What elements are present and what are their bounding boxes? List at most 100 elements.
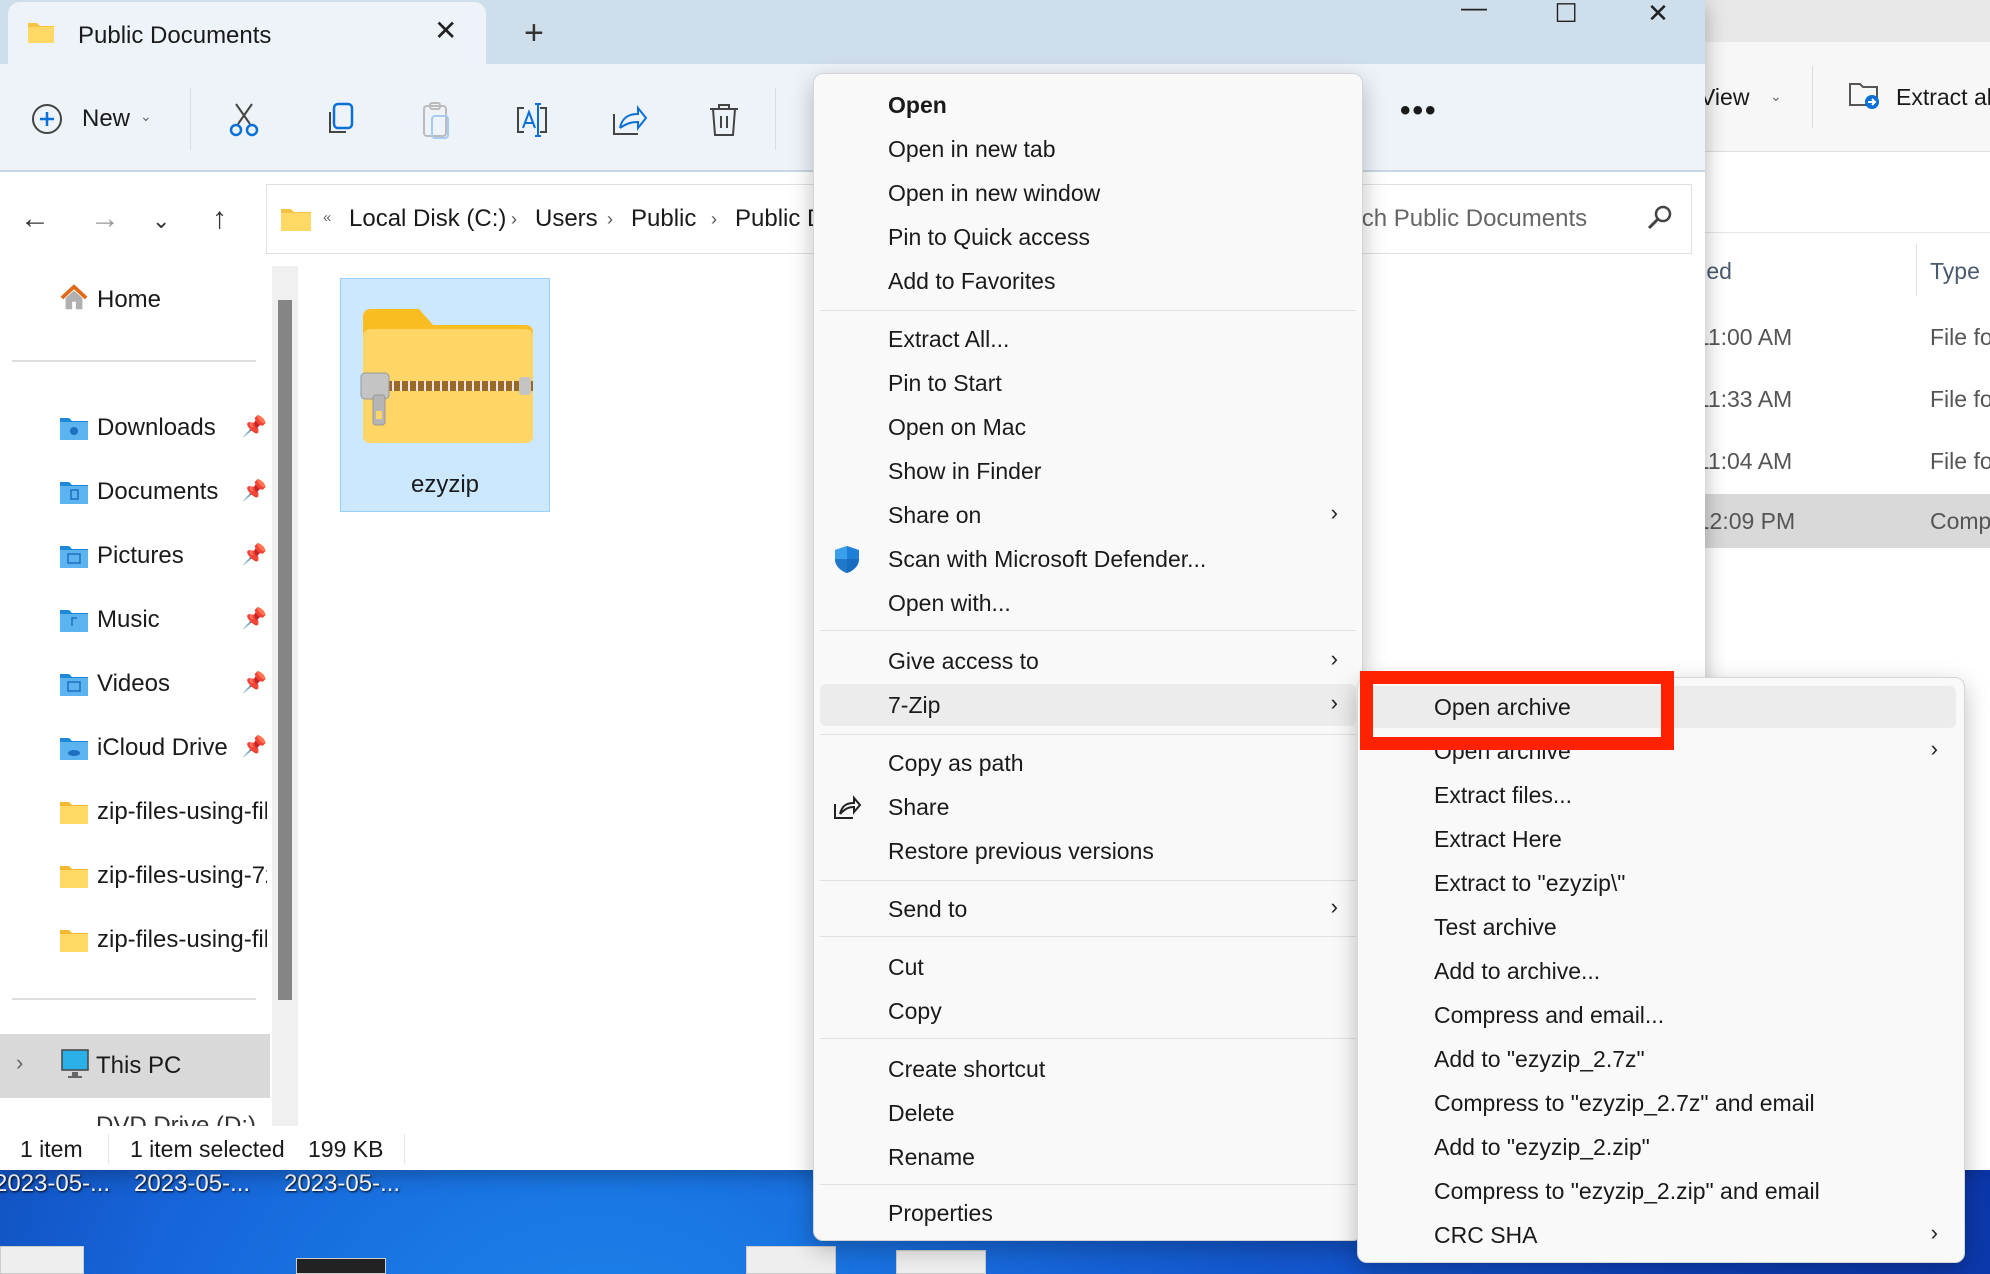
- close-window-button[interactable]: ✕: [1618, 0, 1698, 28]
- paste-icon[interactable]: [416, 100, 456, 140]
- menu-item-copy[interactable]: Copy: [820, 990, 1356, 1032]
- menu-item-pin-to-quick-access[interactable]: Pin to Quick access: [820, 216, 1356, 258]
- menu-item-cut[interactable]: Cut: [820, 946, 1356, 988]
- pin-icon[interactable]: 📌: [242, 414, 267, 439]
- sidebar-item-home[interactable]: Home: [60, 282, 270, 322]
- tab-public-documents[interactable]: Public Documents ✕: [8, 2, 486, 64]
- menu-item-7-zip[interactable]: 7-Zip ›: [820, 684, 1356, 726]
- submenu-item-add-to-7z[interactable]: Add to "ezyzip_2.7z": [1364, 1038, 1956, 1080]
- menu-item-copy-as-path[interactable]: Copy as path: [820, 742, 1356, 784]
- file-item-ezyzip[interactable]: ezyzip: [340, 278, 550, 512]
- cut-icon[interactable]: [224, 100, 264, 140]
- menu-item-add-to-favorites[interactable]: Add to Favorites: [820, 260, 1356, 302]
- sidebar-item-videos[interactable]: Videos 📌: [60, 666, 270, 706]
- menu-item-share[interactable]: Share: [820, 786, 1356, 828]
- menu-item-give-access-to[interactable]: Give access to ›: [820, 640, 1356, 682]
- breadcrumb-local-disk[interactable]: Local Disk (C:): [349, 205, 506, 233]
- menu-item-show-in-finder[interactable]: Show in Finder: [820, 450, 1356, 492]
- submenu-item-open-archive-more[interactable]: Open archive ›: [1364, 730, 1956, 772]
- back-button[interactable]: ←: [20, 202, 50, 236]
- menu-item-create-shortcut[interactable]: Create shortcut: [820, 1048, 1356, 1090]
- sidebar-item-folder[interactable]: zip-files-using-file-explorer: [60, 794, 270, 834]
- menu-item-pin-to-start[interactable]: Pin to Start: [820, 362, 1356, 404]
- pin-icon[interactable]: 📌: [242, 542, 267, 567]
- pin-icon[interactable]: 📌: [242, 606, 267, 631]
- menu-item-open-on-mac[interactable]: Open on Mac: [820, 406, 1356, 448]
- submenu-item-crc-sha[interactable]: CRC SHA ›: [1364, 1214, 1956, 1256]
- menu-item-extract-all[interactable]: Extract All...: [820, 318, 1356, 360]
- menu-item-label: Show in Finder: [888, 458, 1042, 484]
- sidebar-item-pictures[interactable]: Pictures 📌: [60, 538, 270, 578]
- breadcrumb-separator[interactable]: ›: [711, 209, 717, 230]
- desktop-thumbnail[interactable]: [0, 1246, 84, 1274]
- minimize-button[interactable]: —: [1434, 0, 1514, 22]
- menu-item-open-in-new-window[interactable]: Open in new window: [820, 172, 1356, 214]
- menu-item-send-to[interactable]: Send to ›: [820, 888, 1356, 930]
- delete-icon[interactable]: [704, 100, 744, 140]
- up-button[interactable]: ↑: [212, 202, 227, 236]
- desktop-thumbnail[interactable]: [296, 1258, 386, 1274]
- recent-locations-button[interactable]: ⌄: [152, 208, 170, 234]
- desktop-thumbnail[interactable]: [896, 1250, 986, 1274]
- sidebar-scrollbar[interactable]: [272, 266, 298, 1126]
- more-options-button[interactable]: •••: [1400, 94, 1438, 128]
- desktop-file-label[interactable]: 2023-05-...: [134, 1170, 250, 1198]
- sidebar-item-this-pc[interactable]: › This PC: [0, 1034, 270, 1098]
- sidebar-item-folder[interactable]: zip-files-using-file: [60, 922, 270, 962]
- submenu-item-compress-7z-email[interactable]: Compress to "ezyzip_2.7z" and email: [1364, 1082, 1956, 1124]
- view-menu-button[interactable]: View: [1700, 84, 1749, 111]
- pin-icon[interactable]: 📌: [242, 478, 267, 503]
- table-row[interactable]: 5/2023 11:04 AM File folder: [1620, 434, 1990, 488]
- forward-button[interactable]: →: [90, 202, 120, 236]
- pin-icon[interactable]: 📌: [242, 734, 267, 759]
- menu-item-scan-with-defender[interactable]: Scan with Microsoft Defender...: [820, 538, 1356, 580]
- submenu-item-add-to-archive[interactable]: Add to archive...: [1364, 950, 1956, 992]
- menu-item-open-with[interactable]: Open with...: [820, 582, 1356, 624]
- pin-icon[interactable]: 📌: [242, 670, 267, 695]
- breadcrumb-separator[interactable]: ›: [511, 209, 517, 230]
- sidebar-item-documents[interactable]: Documents 📌: [60, 474, 270, 514]
- menu-item-delete[interactable]: Delete: [820, 1092, 1356, 1134]
- scrollbar-thumb[interactable]: [278, 300, 292, 1000]
- submenu-item-extract-to-folder[interactable]: Extract to "ezyzip\": [1364, 862, 1956, 904]
- sidebar-item-downloads[interactable]: Downloads 📌: [60, 410, 270, 450]
- address-bar[interactable]: « Local Disk (C:) › Users › Public › Pub…: [266, 184, 928, 254]
- sidebar-item-folder[interactable]: zip-files-using-7zip: [60, 858, 270, 898]
- extract-all-button[interactable]: Extract all: [1896, 84, 1990, 111]
- desktop-thumbnail[interactable]: [746, 1246, 836, 1274]
- breadcrumb-users[interactable]: Users: [535, 205, 598, 233]
- table-row[interactable]: 5/2023 11:00 AM File folder: [1620, 310, 1990, 364]
- sidebar-item-dvd-drive[interactable]: DVD Drive (D:): [0, 1098, 270, 1126]
- sidebar-item-music[interactable]: Music 📌: [60, 602, 270, 642]
- copy-icon[interactable]: [320, 100, 360, 140]
- close-tab-icon[interactable]: ✕: [434, 14, 457, 47]
- maximize-button[interactable]: ☐: [1526, 0, 1606, 28]
- sidebar-item-icloud-drive[interactable]: iCloud Drive 📌: [60, 730, 270, 770]
- menu-item-rename[interactable]: Rename: [820, 1136, 1356, 1178]
- submenu-item-add-to-zip[interactable]: Add to "ezyzip_2.zip": [1364, 1126, 1956, 1168]
- desktop-file-label[interactable]: 2023-05-...: [284, 1170, 400, 1198]
- breadcrumb-public[interactable]: Public: [631, 205, 696, 233]
- menu-item-properties[interactable]: Properties: [820, 1192, 1356, 1234]
- new-tab-button[interactable]: +: [524, 14, 544, 53]
- menu-item-open[interactable]: Open: [820, 84, 1356, 126]
- desktop-file-label[interactable]: 2023-05-...: [0, 1170, 110, 1198]
- share-icon[interactable]: [608, 100, 648, 140]
- menu-item-open-in-new-tab[interactable]: Open in new tab: [820, 128, 1356, 170]
- table-row-selected[interactable]: 5/2023 12:09 PM Compressed (zipped) Fold…: [1620, 494, 1990, 548]
- submenu-item-test-archive[interactable]: Test archive: [1364, 906, 1956, 948]
- breadcrumb-separator[interactable]: ›: [607, 209, 613, 230]
- menu-item-restore-previous-versions[interactable]: Restore previous versions: [820, 830, 1356, 872]
- overflow-chevron[interactable]: «: [323, 209, 331, 226]
- submenu-item-open-archive[interactable]: Open archive: [1364, 686, 1956, 728]
- menu-item-share-on[interactable]: Share on ›: [820, 494, 1356, 536]
- column-header-type[interactable]: Type: [1930, 258, 1980, 285]
- expand-chevron-icon[interactable]: ›: [16, 1050, 23, 1076]
- submenu-item-extract-here[interactable]: Extract Here: [1364, 818, 1956, 860]
- submenu-item-compress-zip-email[interactable]: Compress to "ezyzip_2.zip" and email: [1364, 1170, 1956, 1212]
- submenu-item-compress-and-email[interactable]: Compress and email...: [1364, 994, 1956, 1036]
- table-row[interactable]: 5/2023 11:33 AM File folder: [1620, 372, 1990, 426]
- rename-icon[interactable]: [512, 100, 552, 140]
- submenu-item-extract-files[interactable]: Extract files...: [1364, 774, 1956, 816]
- column-divider[interactable]: [1916, 244, 1917, 296]
